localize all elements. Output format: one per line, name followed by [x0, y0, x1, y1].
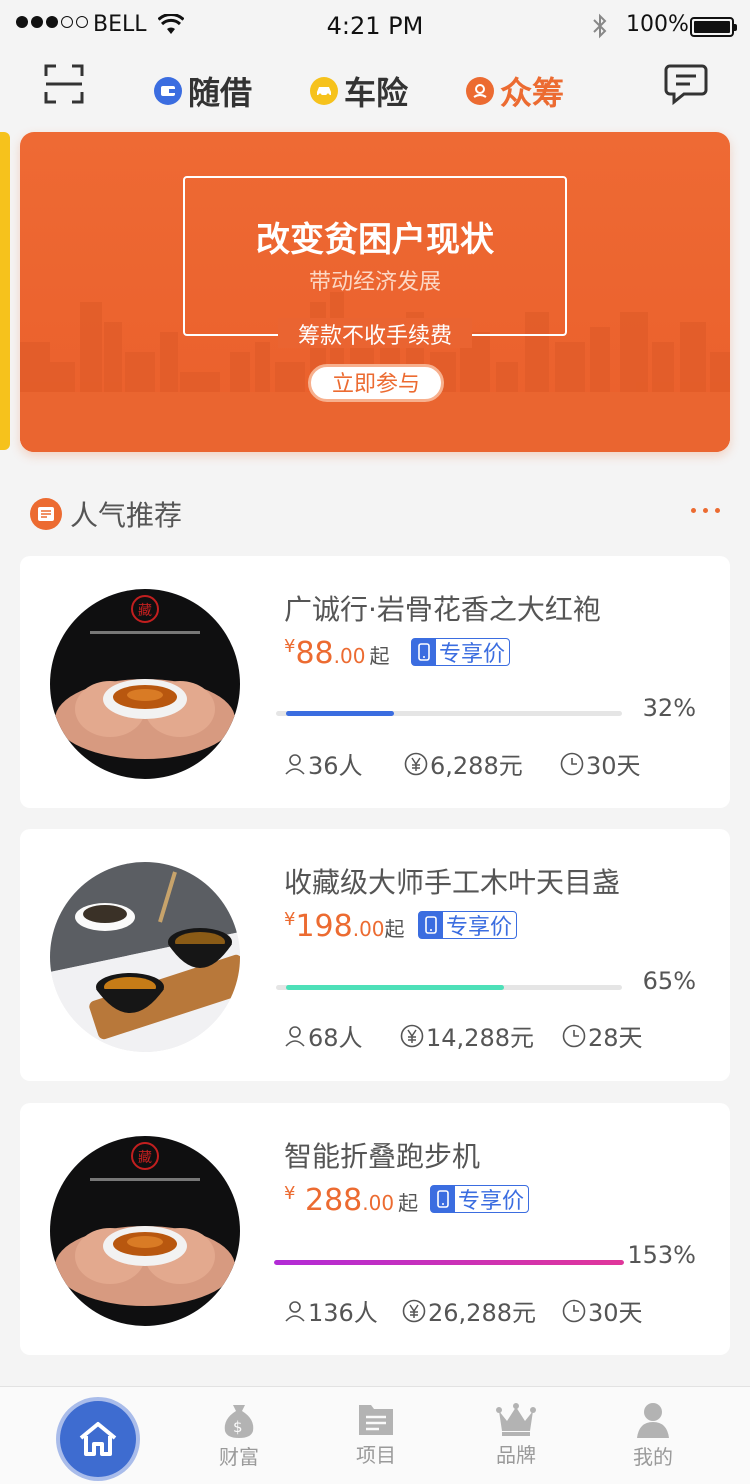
crown-icon [496, 1403, 536, 1436]
tab-chexian[interactable]: 车险 [310, 68, 408, 114]
tab-label: 众筹 [500, 74, 565, 112]
clock-icon [562, 1299, 586, 1322]
days-remaining: 30天 [562, 1293, 643, 1328]
tab-mine[interactable]: 我的 [608, 1401, 698, 1470]
svg-text:藏: 藏 [138, 1150, 152, 1166]
progress-percent: 32% [642, 694, 696, 722]
more-icon[interactable] [691, 508, 720, 513]
tab-projects[interactable]: 项目 [331, 1401, 421, 1468]
banner-subtitle: 带动经济发展 [308, 270, 441, 295]
top-navigation: 随借 车险 众筹 [0, 54, 750, 122]
person-icon [285, 1300, 305, 1322]
section-title: 人气推荐 [70, 499, 183, 532]
backers-count: 36人 [284, 746, 363, 781]
join-now-button[interactable]: 立即参与 [308, 364, 444, 402]
amount-raised: 26,288元 [402, 1293, 536, 1328]
backers-count: 68人 [284, 1018, 363, 1053]
amount-raised: 6,288元 [404, 746, 523, 781]
tab-label: 随借 [188, 74, 253, 112]
funding-progress-bar [276, 711, 622, 716]
product-image-tea-hands: 藏 [50, 1136, 240, 1326]
product-image-tea-hands: 藏 [50, 589, 240, 779]
backers-count: 136人 [284, 1293, 378, 1328]
tab-brands[interactable]: 品牌 [471, 1401, 561, 1468]
tab-wealth[interactable]: $ 财富 [194, 1401, 284, 1470]
exclusive-price-badge: 专享价 [430, 1185, 530, 1214]
promo-banner[interactable]: 改变贫困户现状 带动经济发展 筹款不收手续费 立即参与 [20, 132, 730, 452]
clock-icon [560, 752, 584, 775]
product-card[interactable]: 藏 广诚行·岩骨花香之大红袍 ¥88.00 起 专享价 32% 36人 6,288… [20, 556, 730, 808]
bluetooth-icon [593, 13, 607, 39]
status-bar: BELL 4:21 PM 100% [0, 0, 750, 54]
user-icon [637, 1403, 669, 1438]
product-price: ¥198.00起 [284, 909, 405, 944]
banner-title: 改变贫困户现状 [256, 220, 494, 260]
progress-percent: 153% [627, 1241, 696, 1269]
product-price: ¥ 288.00 起 [284, 1183, 419, 1218]
product-card[interactable]: 藏 智能折叠跑步机 ¥ 288.00 起 专享价 153% 136人 26,288… [20, 1103, 730, 1355]
message-icon[interactable] [664, 62, 708, 106]
adjacent-banner-edge[interactable] [0, 132, 10, 450]
amount-raised: 14,288元 [400, 1018, 534, 1053]
wallet-icon [154, 77, 182, 105]
battery-percent: 100% [626, 12, 689, 37]
car-icon [310, 77, 338, 105]
list-icon [30, 498, 62, 530]
days-remaining: 28天 [562, 1018, 643, 1053]
product-image-tea-cups [50, 862, 240, 1052]
banner-fee-note: 筹款不收手续费 [297, 324, 452, 349]
tab-label: 车险 [344, 74, 409, 112]
exclusive-price-badge: 专享价 [418, 911, 518, 940]
yuan-icon [400, 1024, 424, 1047]
progress-fill [286, 711, 394, 716]
phone-icon [431, 1186, 455, 1212]
home-tab-button[interactable] [60, 1401, 136, 1477]
clock-icon [562, 1024, 586, 1047]
product-title: 智能折叠跑步机 [284, 1140, 481, 1173]
popular-section-header: 人气推荐 [30, 494, 730, 534]
days-remaining: 30天 [560, 746, 641, 781]
phone-icon [419, 912, 443, 938]
product-title: 广诚行·岩骨花香之大红袍 [284, 593, 601, 626]
home-icon [79, 1422, 117, 1456]
bottom-tab-bar: $ 财富 项目 品牌 我的 [0, 1386, 750, 1484]
product-card[interactable]: 收藏级大师手工木叶天目盏 ¥198.00起 专享价 65% 68人 14,288… [20, 829, 730, 1081]
person-icon [285, 753, 305, 775]
yuan-icon [402, 1299, 426, 1322]
svg-text:$: $ [233, 1418, 243, 1436]
crowdfund-icon [466, 77, 494, 105]
phone-icon [412, 639, 436, 665]
money-bag-icon: $ [224, 1405, 254, 1438]
product-price: ¥88.00 起 [284, 636, 390, 671]
scan-icon[interactable] [44, 64, 84, 104]
tab-suijie[interactable]: 随借 [154, 68, 252, 114]
exclusive-price-badge: 专享价 [411, 638, 511, 667]
product-title: 收藏级大师手工木叶天目盏 [284, 866, 621, 899]
tab-zhongchou[interactable]: 众筹 [466, 68, 564, 114]
yuan-icon [404, 752, 428, 775]
funding-progress-bar [276, 985, 622, 990]
battery-icon [690, 17, 737, 37]
svg-text:藏: 藏 [138, 603, 152, 619]
progress-fill [274, 1260, 624, 1265]
project-list-icon [359, 1405, 393, 1435]
progress-percent: 65% [642, 967, 696, 995]
funding-progress-bar [274, 1260, 624, 1265]
person-icon [285, 1025, 305, 1047]
progress-fill [286, 985, 505, 990]
